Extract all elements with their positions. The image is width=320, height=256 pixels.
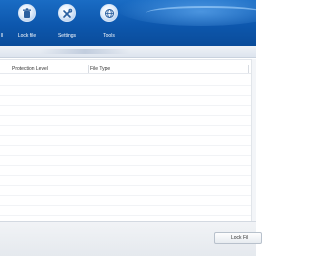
- empty-row: [0, 126, 252, 136]
- empty-row: [0, 206, 252, 216]
- empty-row: [0, 156, 252, 166]
- file-list[interactable]: Protection Level File Type: [0, 59, 256, 221]
- column-separator[interactable]: [248, 65, 249, 73]
- empty-row: [0, 96, 252, 106]
- toolbar-item-partial[interactable]: ll: [0, 4, 8, 44]
- list-body: [0, 76, 252, 216]
- empty-row: [0, 86, 252, 96]
- toolbar-item-tools[interactable]: Tools: [92, 4, 126, 44]
- tools-icon: [58, 4, 76, 22]
- vertical-scrollbar[interactable]: [251, 59, 256, 221]
- column-separator[interactable]: [88, 65, 89, 73]
- toolbar-item-label: Tools: [103, 33, 115, 39]
- empty-row: [0, 186, 252, 196]
- toolbar-item-lock-file[interactable]: Lock file: [10, 4, 44, 44]
- sub-toolbar: [0, 46, 256, 58]
- empty-row: [0, 176, 252, 186]
- trash-can-icon: [18, 4, 36, 22]
- empty-row: [0, 76, 252, 86]
- column-header-protection-level[interactable]: Protection Level: [12, 66, 48, 72]
- lock-file-button[interactable]: Lock Fil: [214, 232, 262, 244]
- empty-row: [0, 166, 252, 176]
- column-header-file-type[interactable]: File Type: [90, 66, 110, 72]
- bottom-bar: Lock Fil: [0, 221, 262, 256]
- list-header: Protection Level File Type: [0, 64, 252, 74]
- empty-row: [0, 196, 252, 206]
- empty-row: [0, 146, 252, 156]
- toolbar-item-label: Lock file: [17, 33, 37, 39]
- main-toolbar: ll Lock file Settings Tools: [0, 0, 256, 46]
- globe-icon: [100, 4, 118, 22]
- empty-row: [0, 106, 252, 116]
- sub-toolbar-decoration: [40, 49, 130, 54]
- toolbar-item-label: Settings: [57, 33, 77, 39]
- empty-row: [0, 116, 252, 126]
- toolbar-item-settings[interactable]: Settings: [50, 4, 84, 44]
- toolbar-item-label: ll: [0, 33, 4, 39]
- empty-row: [0, 136, 252, 146]
